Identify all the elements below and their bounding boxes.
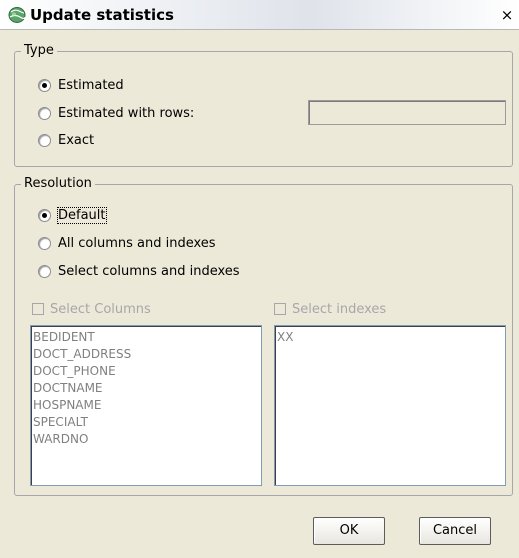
cancel-button[interactable]: Cancel [419,517,491,545]
select-indexes-checkbox-label: Select indexes [292,301,387,317]
update-statistics-dialog: Update statistics × Type Estimated Estim… [0,0,519,558]
radio-estimated-label: Estimated [58,77,124,93]
select-columns-checkbox[interactable]: Select Columns [32,301,151,317]
list-item[interactable]: WARDNO [33,431,259,448]
list-item[interactable]: XX [277,329,503,346]
radio-all-columns-circle[interactable] [38,236,51,250]
select-indexes-checkbox[interactable]: Select indexes [274,301,386,317]
select-columns-checkbox-box[interactable] [32,303,44,315]
radio-exact[interactable]: Exact [38,131,94,149]
type-group-legend: Type [21,43,57,58]
radio-select-columns-circle[interactable] [38,264,51,278]
indexes-list[interactable]: XX [274,325,506,486]
radio-estimated-with-rows[interactable]: Estimated with rows: [38,104,194,122]
radio-all-columns-label: All columns and indexes [58,235,216,251]
radio-estimated-with-rows-circle[interactable] [38,106,51,120]
close-icon[interactable]: × [499,7,515,23]
list-item[interactable]: BEDIDENT [33,329,259,346]
rows-input[interactable] [308,100,506,125]
radio-select-columns-label: Select columns and indexes [58,263,240,279]
radio-default-label: Default [57,206,107,224]
radio-default[interactable]: Default [38,206,107,224]
radio-estimated-circle[interactable] [38,78,51,92]
ok-button[interactable]: OK [313,517,385,545]
radio-default-circle[interactable] [38,208,51,222]
resolution-group-legend: Resolution [21,176,95,191]
list-item[interactable]: DOCT_ADDRESS [33,346,259,363]
radio-exact-circle[interactable] [38,133,51,147]
radio-estimated[interactable]: Estimated [38,76,124,94]
radio-select-columns[interactable]: Select columns and indexes [38,262,240,280]
globe-app-icon [7,6,27,24]
radio-estimated-with-rows-label: Estimated with rows: [58,105,195,121]
list-item[interactable]: DOCTNAME [33,380,259,397]
radio-all-columns[interactable]: All columns and indexes [38,234,216,252]
columns-list[interactable]: BEDIDENT DOCT_ADDRESS DOCT_PHONE DOCTNAM… [30,325,262,486]
title-bar: Update statistics × [0,0,519,30]
list-item[interactable]: HOSPNAME [33,397,259,414]
list-item[interactable]: SPECIALT [33,414,259,431]
window-title: Update statistics [30,6,174,24]
list-item[interactable]: DOCT_PHONE [33,363,259,380]
select-columns-checkbox-label: Select Columns [50,301,151,317]
select-indexes-checkbox-box[interactable] [274,303,286,315]
radio-exact-label: Exact [58,132,95,148]
